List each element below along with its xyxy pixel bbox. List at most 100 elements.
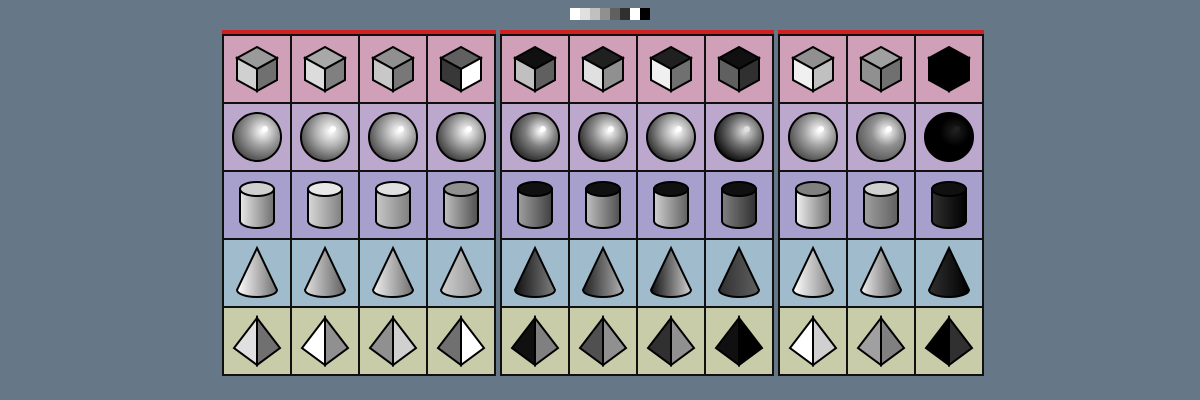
cone-tile: [292, 240, 358, 306]
cylinder-tile: [780, 172, 846, 238]
sphere-tile: [224, 104, 290, 170]
cone-icon: [371, 245, 415, 298]
cube-tile: [428, 36, 494, 102]
pyramid-tile: [428, 308, 494, 374]
pyramid-icon: [924, 315, 974, 367]
pyramid-icon: [646, 315, 696, 367]
cylinder-icon: [307, 181, 343, 229]
cone-tile: [916, 240, 982, 306]
pyramid-icon: [788, 315, 838, 367]
cone-icon: [303, 245, 347, 298]
sphere-icon: [368, 112, 418, 162]
cylinder-tile: [428, 172, 494, 238]
sphere-icon: [646, 112, 696, 162]
cone-tile: [502, 240, 568, 306]
pyramid-icon: [856, 315, 906, 367]
sphere-tile: [360, 104, 426, 170]
cube-icon: [790, 45, 836, 93]
sphere-icon: [714, 112, 764, 162]
sphere-icon: [578, 112, 628, 162]
sphere-icon: [232, 112, 282, 162]
cylinder-icon: [517, 181, 553, 229]
cone-tile: [848, 240, 914, 306]
sphere-icon: [436, 112, 486, 162]
sphere-icon: [856, 112, 906, 162]
cylinder-icon: [863, 181, 899, 229]
pyramid-icon: [300, 315, 350, 367]
pyramid-icon: [232, 315, 282, 367]
cone-tile: [706, 240, 772, 306]
sphere-icon: [510, 112, 560, 162]
cube-icon: [716, 45, 762, 93]
cylinder-icon: [653, 181, 689, 229]
cube-tile: [638, 36, 704, 102]
sphere-tile: [292, 104, 358, 170]
cylinder-tile: [502, 172, 568, 238]
cube-icon: [648, 45, 694, 93]
cylinder-tile: [570, 172, 636, 238]
cone-icon: [649, 245, 693, 298]
cube-tile: [570, 36, 636, 102]
cube-icon: [580, 45, 626, 93]
cone-icon: [513, 245, 557, 298]
pyramid-tile: [848, 308, 914, 374]
sphere-tile: [848, 104, 914, 170]
sphere-tile: [428, 104, 494, 170]
cube-icon: [370, 45, 416, 93]
sphere-tile: [570, 104, 636, 170]
sprite-panel-dark: [500, 30, 774, 376]
cube-tile: [780, 36, 846, 102]
cylinder-icon: [375, 181, 411, 229]
cube-icon: [302, 45, 348, 93]
sprite-panel-light: [222, 30, 496, 376]
cylinder-tile: [638, 172, 704, 238]
cube-icon: [858, 45, 904, 93]
sphere-tile: [502, 104, 568, 170]
pyramid-icon: [510, 315, 560, 367]
cylinder-tile: [916, 172, 982, 238]
sphere-tile: [706, 104, 772, 170]
cube-tile: [292, 36, 358, 102]
cone-icon: [439, 245, 483, 298]
cube-icon: [926, 45, 972, 93]
pyramid-tile: [706, 308, 772, 374]
sphere-tile: [916, 104, 982, 170]
shape-sprite-sheet: [0, 0, 1200, 400]
cylinder-tile: [224, 172, 290, 238]
cylinder-tile: [848, 172, 914, 238]
cube-tile: [916, 36, 982, 102]
cylinder-icon: [239, 181, 275, 229]
cube-tile: [502, 36, 568, 102]
cube-icon: [512, 45, 558, 93]
cylinder-icon: [721, 181, 757, 229]
cone-tile: [638, 240, 704, 306]
cube-tile: [360, 36, 426, 102]
cone-icon: [927, 245, 971, 298]
pyramid-tile: [780, 308, 846, 374]
sprite-panel-mixed: [778, 30, 984, 376]
cylinder-tile: [360, 172, 426, 238]
cone-icon: [791, 245, 835, 298]
sphere-icon: [300, 112, 350, 162]
cone-icon: [235, 245, 279, 298]
cylinder-icon: [585, 181, 621, 229]
sphere-tile: [638, 104, 704, 170]
cone-tile: [224, 240, 290, 306]
cylinder-icon: [795, 181, 831, 229]
pyramid-tile: [292, 308, 358, 374]
pyramid-tile: [916, 308, 982, 374]
pyramid-icon: [578, 315, 628, 367]
cylinder-tile: [292, 172, 358, 238]
cone-icon: [717, 245, 761, 298]
pyramid-icon: [714, 315, 764, 367]
cone-icon: [859, 245, 903, 298]
pyramid-tile: [360, 308, 426, 374]
pyramid-icon: [368, 315, 418, 367]
sphere-tile: [780, 104, 846, 170]
cylinder-icon: [931, 181, 967, 229]
cone-tile: [428, 240, 494, 306]
cone-tile: [780, 240, 846, 306]
pyramid-tile: [224, 308, 290, 374]
cylinder-tile: [706, 172, 772, 238]
cube-tile: [848, 36, 914, 102]
